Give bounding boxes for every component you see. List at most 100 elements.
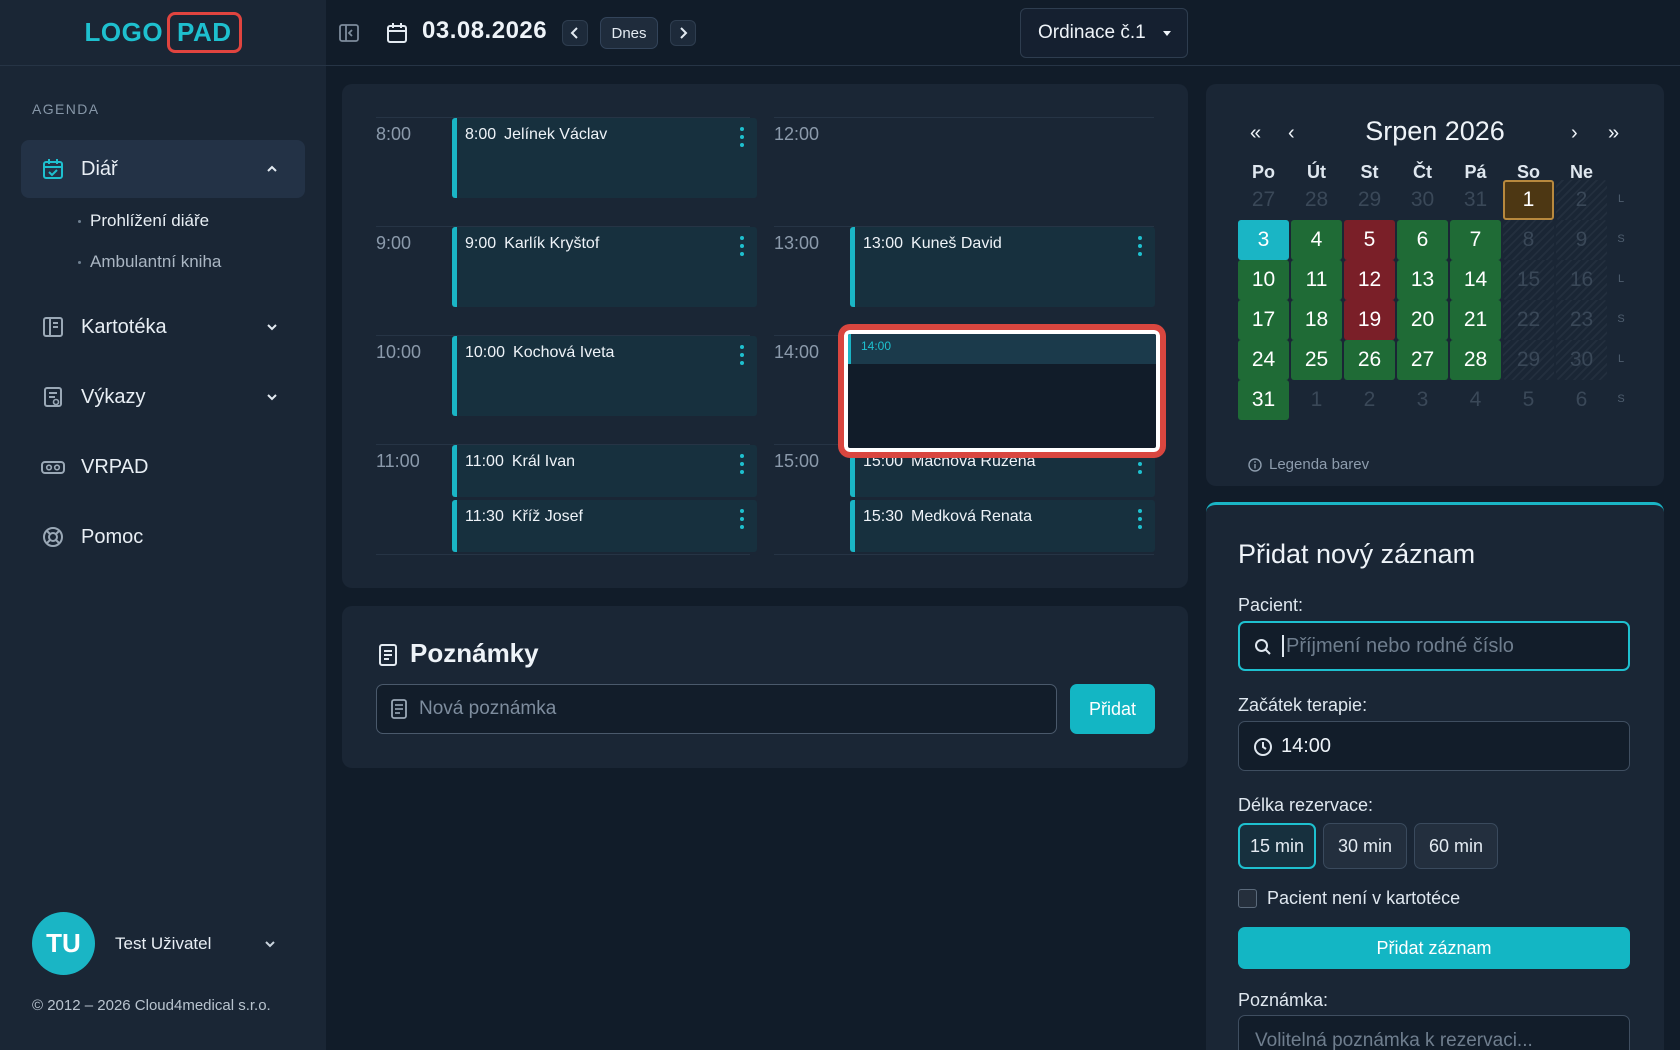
calendar-day[interactable]: 3 (1238, 220, 1289, 260)
sidebar-item-vrpad[interactable]: VRPAD (21, 438, 305, 496)
bullet-dot (78, 219, 81, 223)
today-button[interactable]: Dnes (600, 17, 658, 49)
user-menu[interactable]: TU Test Uživatel (32, 912, 275, 975)
not-in-registry-row[interactable]: Pacient není v kartotéce (1238, 888, 1460, 909)
calendar-day[interactable]: 27 (1397, 340, 1448, 380)
calendar-day[interactable]: 15 (1503, 260, 1554, 300)
sidebar-toggle-icon[interactable] (336, 20, 362, 46)
color-legend[interactable]: Legenda barev (1248, 456, 1369, 473)
add-record-button[interactable]: Přidat záznam (1238, 927, 1630, 969)
more-vertical-icon[interactable] (740, 236, 744, 256)
calendar-icon[interactable] (384, 20, 410, 46)
next-year-button[interactable]: » (1608, 122, 1619, 145)
calendar-month-title[interactable]: Srpen 2026 (1206, 116, 1664, 147)
reservation-note-input[interactable]: Volitelná poznámka k rezervaci... (1238, 1015, 1630, 1050)
calendar-day[interactable]: 19 (1344, 300, 1395, 340)
calendar-day[interactable]: 5 (1344, 220, 1395, 260)
calendar-day[interactable]: 29 (1344, 180, 1395, 220)
calendar-day[interactable]: 4 (1291, 220, 1342, 260)
calendar-day[interactable]: 16 (1556, 260, 1607, 300)
calendar-day[interactable]: 28 (1291, 180, 1342, 220)
slot-divider (774, 554, 1154, 555)
calendar-day[interactable]: 14 (1450, 260, 1501, 300)
calendar-day[interactable]: 2 (1344, 380, 1395, 420)
calendar-day[interactable]: 10 (1238, 260, 1289, 300)
calendar-day[interactable]: 1 (1291, 380, 1342, 420)
appointment-time: 10:00 (465, 344, 506, 361)
calendar-day[interactable]: 9 (1556, 220, 1607, 260)
patient-search-input[interactable]: Příjmení nebo rodné číslo (1238, 621, 1630, 671)
calendar-day[interactable]: 29 (1503, 340, 1554, 380)
sidebar-item-label: Výkazy (81, 385, 146, 408)
sidebar-item-kartoteka[interactable]: Kartotéka (21, 298, 305, 356)
more-vertical-icon[interactable] (1138, 454, 1142, 474)
start-time-input[interactable]: 14:00 (1238, 721, 1630, 771)
duration-15-button[interactable]: 15 min (1238, 823, 1316, 869)
folder-book-icon (41, 315, 65, 339)
calendar-day[interactable]: 26 (1344, 340, 1395, 380)
calendar-day[interactable]: 3 (1397, 380, 1448, 420)
more-vertical-icon[interactable] (740, 509, 744, 529)
calendar-day[interactable]: 8 (1503, 220, 1554, 260)
more-vertical-icon[interactable] (1138, 509, 1142, 529)
calendar-day[interactable]: 17 (1238, 300, 1289, 340)
calendar-day[interactable]: 25 (1291, 340, 1342, 380)
sidebar-item-vykazy[interactable]: Výkazy (21, 368, 305, 426)
calendar-day[interactable]: 6 (1556, 380, 1607, 420)
subnav-ambulantni-kniha[interactable]: Ambulantní kniha (78, 252, 221, 272)
next-month-button[interactable]: › (1571, 122, 1578, 145)
appointment[interactable]: 15:30 Medková Renata (850, 500, 1155, 552)
calendar-day[interactable]: 6 (1397, 220, 1448, 260)
appointment[interactable]: 10:00 Kochová Iveta (452, 336, 757, 416)
appointment[interactable]: 11:00 Král Ivan (452, 445, 757, 497)
calendar-day[interactable]: 12 (1344, 260, 1395, 300)
appointment-time: 15:00 (863, 453, 904, 470)
calendar-day[interactable]: 27 (1238, 180, 1289, 220)
calendar-day[interactable]: 18 (1291, 300, 1342, 340)
new-appointment-slot[interactable]: 14:00 (840, 326, 1164, 456)
calendar-day[interactable]: 24 (1238, 340, 1289, 380)
more-vertical-icon[interactable] (740, 454, 744, 474)
next-day-button[interactable] (670, 20, 696, 46)
duration-60-button[interactable]: 60 min (1414, 823, 1498, 869)
calendar-day[interactable]: 2 (1556, 180, 1607, 220)
calendar-day[interactable]: 28 (1450, 340, 1501, 380)
calendar-day[interactable]: 1 (1503, 180, 1554, 220)
calendar-day[interactable]: 23 (1556, 300, 1607, 340)
duration-30-button[interactable]: 30 min (1323, 823, 1407, 869)
appointment[interactable]: 15:00 Machová Růžena (850, 445, 1155, 497)
logo[interactable]: LOGO PAD (84, 12, 242, 53)
appointment[interactable]: 9:00 Karlík Kryštof (452, 227, 757, 307)
sidebar-item-pomoc[interactable]: Pomoc (21, 508, 305, 566)
sidebar-item-diar[interactable]: Diář (21, 140, 305, 198)
current-date[interactable]: 03.08.2026 (422, 17, 547, 45)
subnav-label: Ambulantní kniha (90, 252, 222, 271)
appointment[interactable]: 8:00 Jelínek Václav (452, 118, 757, 198)
appointment[interactable]: 13:00 Kuneš David (850, 227, 1155, 307)
appointment[interactable]: 11:30 Kříž Josef (452, 500, 757, 552)
calendar-day[interactable]: 30 (1397, 180, 1448, 220)
calendar-day[interactable]: 13 (1397, 260, 1448, 300)
chevron-down-icon (265, 941, 275, 948)
calendar-day[interactable]: 7 (1450, 220, 1501, 260)
calendar-day[interactable]: 11 (1291, 260, 1342, 300)
more-vertical-icon[interactable] (740, 127, 744, 147)
user-name: Test Uživatel (115, 933, 212, 953)
calendar-day[interactable]: 22 (1503, 300, 1554, 340)
add-note-button[interactable]: Přidat (1070, 684, 1155, 734)
new-note-input[interactable]: Nová poznámka (376, 684, 1057, 734)
subnav-prohlizeni[interactable]: Prohlížení diáře (78, 211, 209, 231)
more-vertical-icon[interactable] (1138, 236, 1142, 256)
prev-day-button[interactable] (562, 20, 588, 46)
calendar-day[interactable]: 31 (1238, 380, 1289, 420)
calendar-day[interactable]: 5 (1503, 380, 1554, 420)
room-select[interactable]: Ordinace č.1 (1020, 8, 1188, 58)
start-time-value: 14:00 (1281, 734, 1332, 757)
not-in-registry-checkbox[interactable] (1238, 889, 1257, 908)
more-vertical-icon[interactable] (740, 345, 744, 365)
calendar-day[interactable]: 4 (1450, 380, 1501, 420)
calendar-day[interactable]: 21 (1450, 300, 1501, 340)
calendar-day[interactable]: 20 (1397, 300, 1448, 340)
calendar-day[interactable]: 31 (1450, 180, 1501, 220)
calendar-day[interactable]: 30 (1556, 340, 1607, 380)
